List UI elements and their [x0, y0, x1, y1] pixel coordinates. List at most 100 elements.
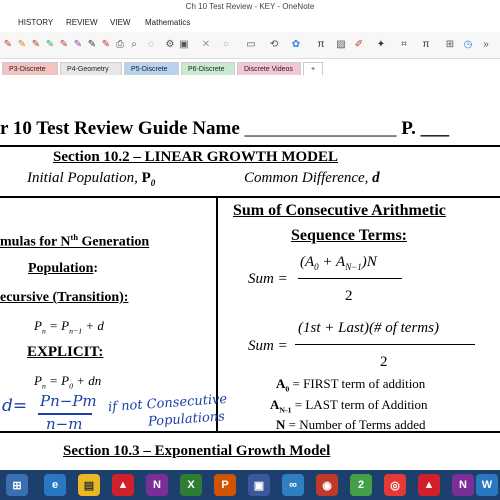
tab-label: P5-Discrete	[131, 66, 168, 73]
shape-icon[interactable]: ○	[220, 38, 232, 51]
formulas-text-b: Generation	[77, 234, 150, 250]
app6-icon[interactable]: ▲	[418, 474, 440, 496]
app3-icon[interactable]: ∞	[282, 474, 304, 496]
sum1-fraction-bar	[298, 278, 402, 279]
initial-population-text: Initial Population,	[27, 170, 142, 186]
equals-p: = P	[45, 373, 70, 388]
a0-letter: A	[276, 376, 286, 391]
highlighter-icon[interactable]: ✐	[353, 38, 365, 51]
zoom-icon[interactable]: ⌕	[128, 38, 140, 51]
ribbon-menu: HISTORY REVIEW VIEW Mathematics	[0, 14, 500, 32]
powerpoint-icon[interactable]: P	[214, 474, 236, 496]
menu-review[interactable]: REVIEW	[66, 18, 98, 27]
tab-label: P4-Geometry	[67, 66, 109, 73]
app2-icon[interactable]: ▣	[248, 474, 270, 496]
onenote2-icon[interactable]: N	[452, 474, 474, 496]
page-title: r 10 Test Review Guide Name ____________…	[0, 118, 449, 140]
sum1-plus-a: + A	[318, 254, 346, 270]
print-icon[interactable]: ⎙	[114, 38, 126, 51]
sum1-n: )N	[361, 254, 377, 270]
table-icon[interactable]: ⊞	[444, 38, 456, 51]
explicit-heading: EXPLICIT:	[27, 344, 104, 360]
an-subscript: N-1	[279, 405, 292, 415]
tab-discrete-videos[interactable]: Discrete Videos	[237, 62, 301, 75]
pen-red-icon[interactable]: ✎	[58, 38, 70, 51]
pen-purple-icon[interactable]: ✎	[72, 38, 84, 51]
d-symbol: d	[372, 170, 380, 186]
sum1-a: (A	[300, 254, 315, 270]
pi-menu-icon[interactable]: π	[420, 38, 432, 51]
a0-definition: A0 = FIRST term of addition	[276, 376, 425, 394]
pen-green-icon[interactable]: ✎	[44, 38, 56, 51]
app-icon[interactable]: ▲	[112, 474, 134, 496]
app4-icon[interactable]: ◉	[316, 474, 338, 496]
sum2-fraction-bar	[295, 344, 475, 345]
pen-red-icon[interactable]: ✎	[2, 38, 14, 51]
onenote-icon[interactable]: N	[146, 474, 168, 496]
pen-red-icon[interactable]: ✎	[30, 38, 42, 51]
sum2-denominator: 2	[380, 354, 388, 370]
draw-toolbar: ✎ ✎ ✎ ✎ ✎ ✎ ✎ ✎ ⎙ ⌕ ◌ ⚙ ▣ ✕ ○ ▭ ⟲ ✿ π ▨ …	[0, 32, 500, 59]
star-icon[interactable]: ✦	[375, 38, 387, 51]
gear-icon[interactable]: ⚙	[164, 38, 176, 51]
plus-d: + d	[82, 318, 104, 333]
menu-mathematics[interactable]: Mathematics	[145, 18, 190, 27]
section-10-2-heading: Section 10.2 – LINEAR GROWTH MODEL	[53, 149, 339, 165]
rotate-icon[interactable]: ⟲	[268, 38, 280, 51]
folder-icon[interactable]: ▤	[78, 474, 100, 496]
eraser-icon[interactable]: ▨	[335, 38, 347, 51]
image-icon[interactable]: ▣	[178, 38, 190, 51]
n-text: = Number of Terms added	[285, 417, 426, 432]
pen-orange-icon[interactable]: ✎	[16, 38, 28, 51]
a0-text: = FIRST term of addition	[289, 376, 426, 391]
chrome-icon[interactable]: ◎	[384, 474, 406, 496]
more-icon[interactable]: »	[480, 38, 492, 51]
lasso-icon[interactable]: ◌	[145, 38, 157, 51]
menu-history[interactable]: HISTORY	[18, 18, 53, 27]
rule-top	[0, 145, 500, 147]
section-10-3-heading: Section 10.3 – Exponential Growth Model	[63, 443, 331, 459]
window-title: Ch 10 Test Review - KEY - OneNote	[0, 0, 500, 14]
handwritten-numerator: Pn−Pm	[40, 392, 97, 410]
start-icon[interactable]: ⊞	[6, 474, 28, 496]
equals-p: = P	[45, 318, 70, 333]
excel-icon[interactable]: X	[180, 474, 202, 496]
space-icon[interactable]: ▭	[245, 38, 257, 51]
grid-icon[interactable]: ⌗	[398, 38, 410, 51]
period-label: P. ___	[401, 118, 450, 139]
pi-icon[interactable]: π	[315, 38, 327, 51]
sum-heading-line1: Sum of Consecutive Arithmetic	[233, 202, 446, 219]
pn-symbol: P	[34, 318, 42, 333]
title-text: r 10 Test Review Guide Name	[0, 118, 240, 139]
word-icon[interactable]: W	[476, 474, 498, 496]
app5-icon[interactable]: 2	[350, 474, 372, 496]
n-definition: N = Number of Terms added	[276, 417, 426, 433]
note-page[interactable]: r 10 Test Review Guide Name ____________…	[0, 82, 500, 470]
tab-label: P3-Discrete	[9, 66, 46, 73]
tab-label: Discrete Videos	[244, 66, 293, 73]
tab-p3-discrete[interactable]: P3-Discrete	[2, 62, 58, 75]
p0-symbol: P	[141, 170, 151, 186]
add-tab-button[interactable]: +	[303, 62, 323, 75]
shapes-icon[interactable]: ✿	[290, 38, 302, 51]
tab-p4-geometry[interactable]: P4-Geometry	[60, 62, 122, 75]
close-icon[interactable]: ✕	[200, 38, 212, 51]
pen-dark-icon[interactable]: ✎	[86, 38, 98, 51]
initial-population-label: Initial Population, P0	[27, 170, 155, 188]
an-letter: A	[270, 397, 280, 412]
name-blank: ________________	[244, 118, 397, 139]
n-letter: N	[276, 417, 286, 432]
tab-p6-discrete[interactable]: P6-Discrete	[181, 62, 235, 75]
recursive-heading: ecursive (Transition):	[0, 290, 129, 305]
common-difference-label: Common Difference, d	[244, 170, 380, 187]
pen-red-icon[interactable]: ✎	[100, 38, 112, 51]
ie-icon[interactable]: e	[44, 474, 66, 496]
tab-p5-discrete[interactable]: P5-Discrete	[124, 62, 179, 75]
rule-mid	[0, 196, 500, 198]
plus-dn: + dn	[72, 373, 102, 388]
menu-view[interactable]: VIEW	[110, 18, 130, 27]
recursive-formula: Pn = Pn−1 + d	[34, 318, 104, 336]
taskbar: ⊞ e ▤ ▲ N X P ▣ ∞ ◉ 2 ◎ ▲ N W	[0, 470, 500, 500]
clock-icon[interactable]: ◷	[462, 38, 474, 51]
section-tabs: P3-Discrete P4-Geometry P5-Discrete P6-D…	[0, 62, 500, 76]
